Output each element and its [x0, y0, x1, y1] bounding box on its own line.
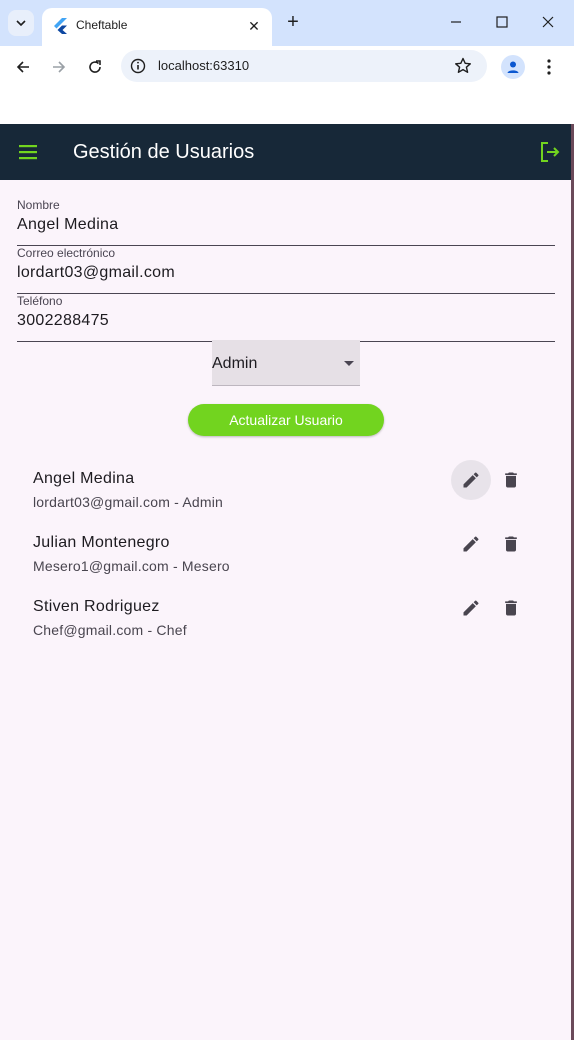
delete-icon [505, 472, 517, 488]
logout-icon[interactable] [538, 140, 562, 164]
browser-content-top [0, 88, 574, 124]
browser-toolbar: localhost:63310 [0, 46, 574, 88]
new-tab-button[interactable]: + [282, 11, 304, 33]
minimize-button[interactable] [444, 10, 468, 34]
delete-button[interactable] [491, 524, 531, 564]
reload-button[interactable] [82, 54, 108, 80]
edit-button[interactable] [451, 524, 491, 564]
flutter-icon [54, 18, 67, 34]
user-subtitle: lordart03@gmail.com - Admin [33, 494, 224, 510]
delete-button[interactable] [491, 460, 531, 500]
name-label: Nombre [17, 198, 60, 212]
browser-menu-button[interactable] [538, 55, 560, 79]
role-dropdown[interactable]: Admin [212, 340, 360, 386]
back-button[interactable] [10, 54, 36, 80]
edit-icon [463, 600, 479, 616]
edit-button[interactable] [451, 588, 491, 628]
edit-icon [463, 472, 479, 488]
chevron-down-icon [16, 20, 26, 27]
main-content: Nombre Angel Medina Correo electrónico l… [0, 180, 571, 1040]
minimize-icon [451, 21, 461, 23]
info-icon[interactable] [129, 57, 147, 75]
phone-input[interactable]: 3002288475 [17, 312, 109, 330]
url-text[interactable]: localhost:63310 [158, 58, 249, 73]
update-user-button[interactable]: Actualizar Usuario [188, 404, 384, 436]
user-name: Julian Montenegro [33, 534, 170, 551]
more-vert-icon [547, 59, 551, 75]
user-name: Angel Medina [33, 470, 135, 487]
phone-label: Teléfono [17, 294, 63, 308]
tab-search-button[interactable] [8, 10, 34, 36]
profile-button[interactable] [501, 55, 525, 79]
edit-button[interactable] [451, 460, 491, 500]
close-window-button[interactable] [536, 10, 560, 34]
email-field[interactable]: Correo electrónico lordart03@gmail.com [17, 246, 555, 294]
phone-field[interactable]: Teléfono 3002288475 [17, 294, 555, 342]
browser-tabstrip: Cheftable ✕ + [0, 0, 574, 46]
tab-title: Cheftable [76, 18, 128, 32]
app-bar: Gestión de Usuarios [0, 124, 571, 180]
delete-button[interactable] [491, 588, 531, 628]
user-list-item[interactable]: Angel Medina lordart03@gmail.com - Admin [0, 460, 571, 530]
forward-button[interactable] [46, 54, 72, 80]
user-subtitle: Mesero1@gmail.com - Mesero [33, 558, 230, 574]
email-input[interactable]: lordart03@gmail.com [17, 264, 175, 282]
user-subtitle: Chef@gmail.com - Chef [33, 622, 187, 638]
browser-tab[interactable]: Cheftable ✕ [42, 8, 272, 46]
close-icon [542, 16, 554, 28]
arrow-right-icon [53, 61, 66, 73]
delete-icon [505, 536, 517, 552]
role-selected-value: Admin [212, 355, 258, 372]
tab-close-icon[interactable]: ✕ [244, 16, 264, 36]
maximize-button[interactable] [490, 10, 514, 34]
star-icon[interactable] [453, 56, 473, 76]
edit-icon [463, 536, 479, 552]
user-list-item[interactable]: Stiven Rodriguez Chef@gmail.com - Chef [0, 594, 571, 658]
dropdown-arrow-icon [344, 361, 354, 366]
arrow-left-icon [16, 61, 29, 73]
name-input[interactable]: Angel Medina [17, 216, 118, 234]
delete-icon [505, 600, 517, 616]
user-list-item[interactable]: Julian Montenegro Mesero1@gmail.com - Me… [0, 530, 571, 594]
account-icon [507, 61, 519, 73]
maximize-icon [496, 16, 508, 28]
page-title: Gestión de Usuarios [73, 141, 255, 163]
name-field[interactable]: Nombre Angel Medina [17, 198, 555, 246]
user-name: Stiven Rodriguez [33, 598, 160, 615]
address-bar[interactable]: localhost:63310 [121, 50, 487, 82]
email-label: Correo electrónico [17, 246, 116, 260]
menu-icon[interactable] [18, 142, 40, 162]
reload-icon [89, 60, 101, 73]
